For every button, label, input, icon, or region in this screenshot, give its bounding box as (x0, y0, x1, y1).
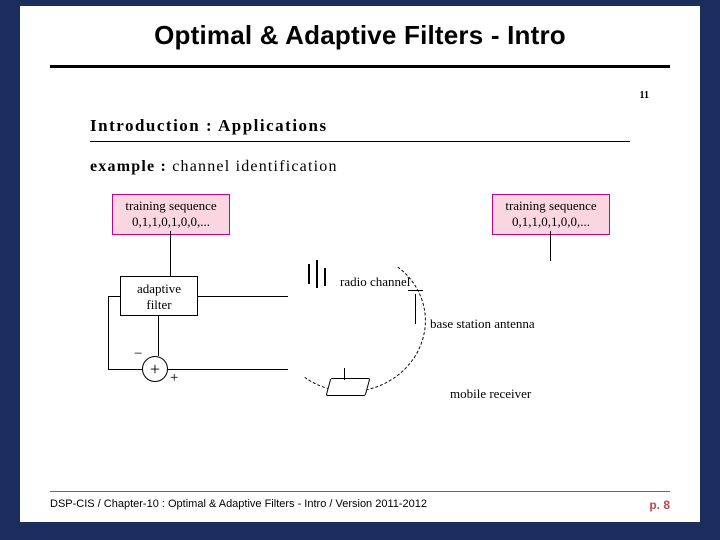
footer-text: DSP-CIS / Chapter-10 : Optimal & Adaptiv… (50, 498, 427, 510)
line (108, 369, 142, 370)
title-rule (50, 65, 670, 68)
line (108, 296, 109, 369)
line (550, 231, 551, 261)
inner-page-number: 11 (640, 90, 649, 101)
section-rule (90, 141, 630, 142)
sign-plus: + (170, 370, 178, 387)
example-text: channel identification (167, 158, 338, 175)
label-base-station: base station antenna (430, 316, 535, 332)
adaptive-filter-box: adaptivefilter (120, 276, 198, 316)
section-header: Introduction : Applications (90, 116, 328, 136)
mobile-receiver-antenna (344, 368, 345, 380)
mobile-receiver-icon (326, 378, 371, 396)
footer: DSP-CIS / Chapter-10 : Optimal & Adaptiv… (50, 491, 670, 510)
sign-minus: − (134, 346, 142, 363)
line (170, 231, 171, 276)
line (108, 296, 120, 297)
page-title: Optimal & Adaptive Filters - Intro (50, 20, 670, 51)
training-sequence-left: training sequence0,1,1,0,1,0,0,... (112, 194, 230, 235)
example-label: example : (90, 158, 167, 175)
label-mobile-receiver: mobile receiver (450, 386, 531, 402)
example-line: example : channel identification (90, 158, 338, 176)
diagram: training sequence0,1,1,0,1,0,0,... train… (80, 186, 640, 446)
line (198, 296, 288, 297)
page-number: p. 8 (649, 498, 670, 512)
title-area: Optimal & Adaptive Filters - Intro (20, 6, 700, 59)
line (158, 316, 159, 356)
content-area: 11 Introduction : Applications example :… (80, 86, 655, 466)
summer-node: + (142, 356, 168, 382)
line (168, 369, 288, 370)
training-sequence-right: training sequence0,1,1,0,1,0,0,... (492, 194, 610, 235)
slide: Optimal & Adaptive Filters - Intro 11 In… (20, 6, 700, 522)
